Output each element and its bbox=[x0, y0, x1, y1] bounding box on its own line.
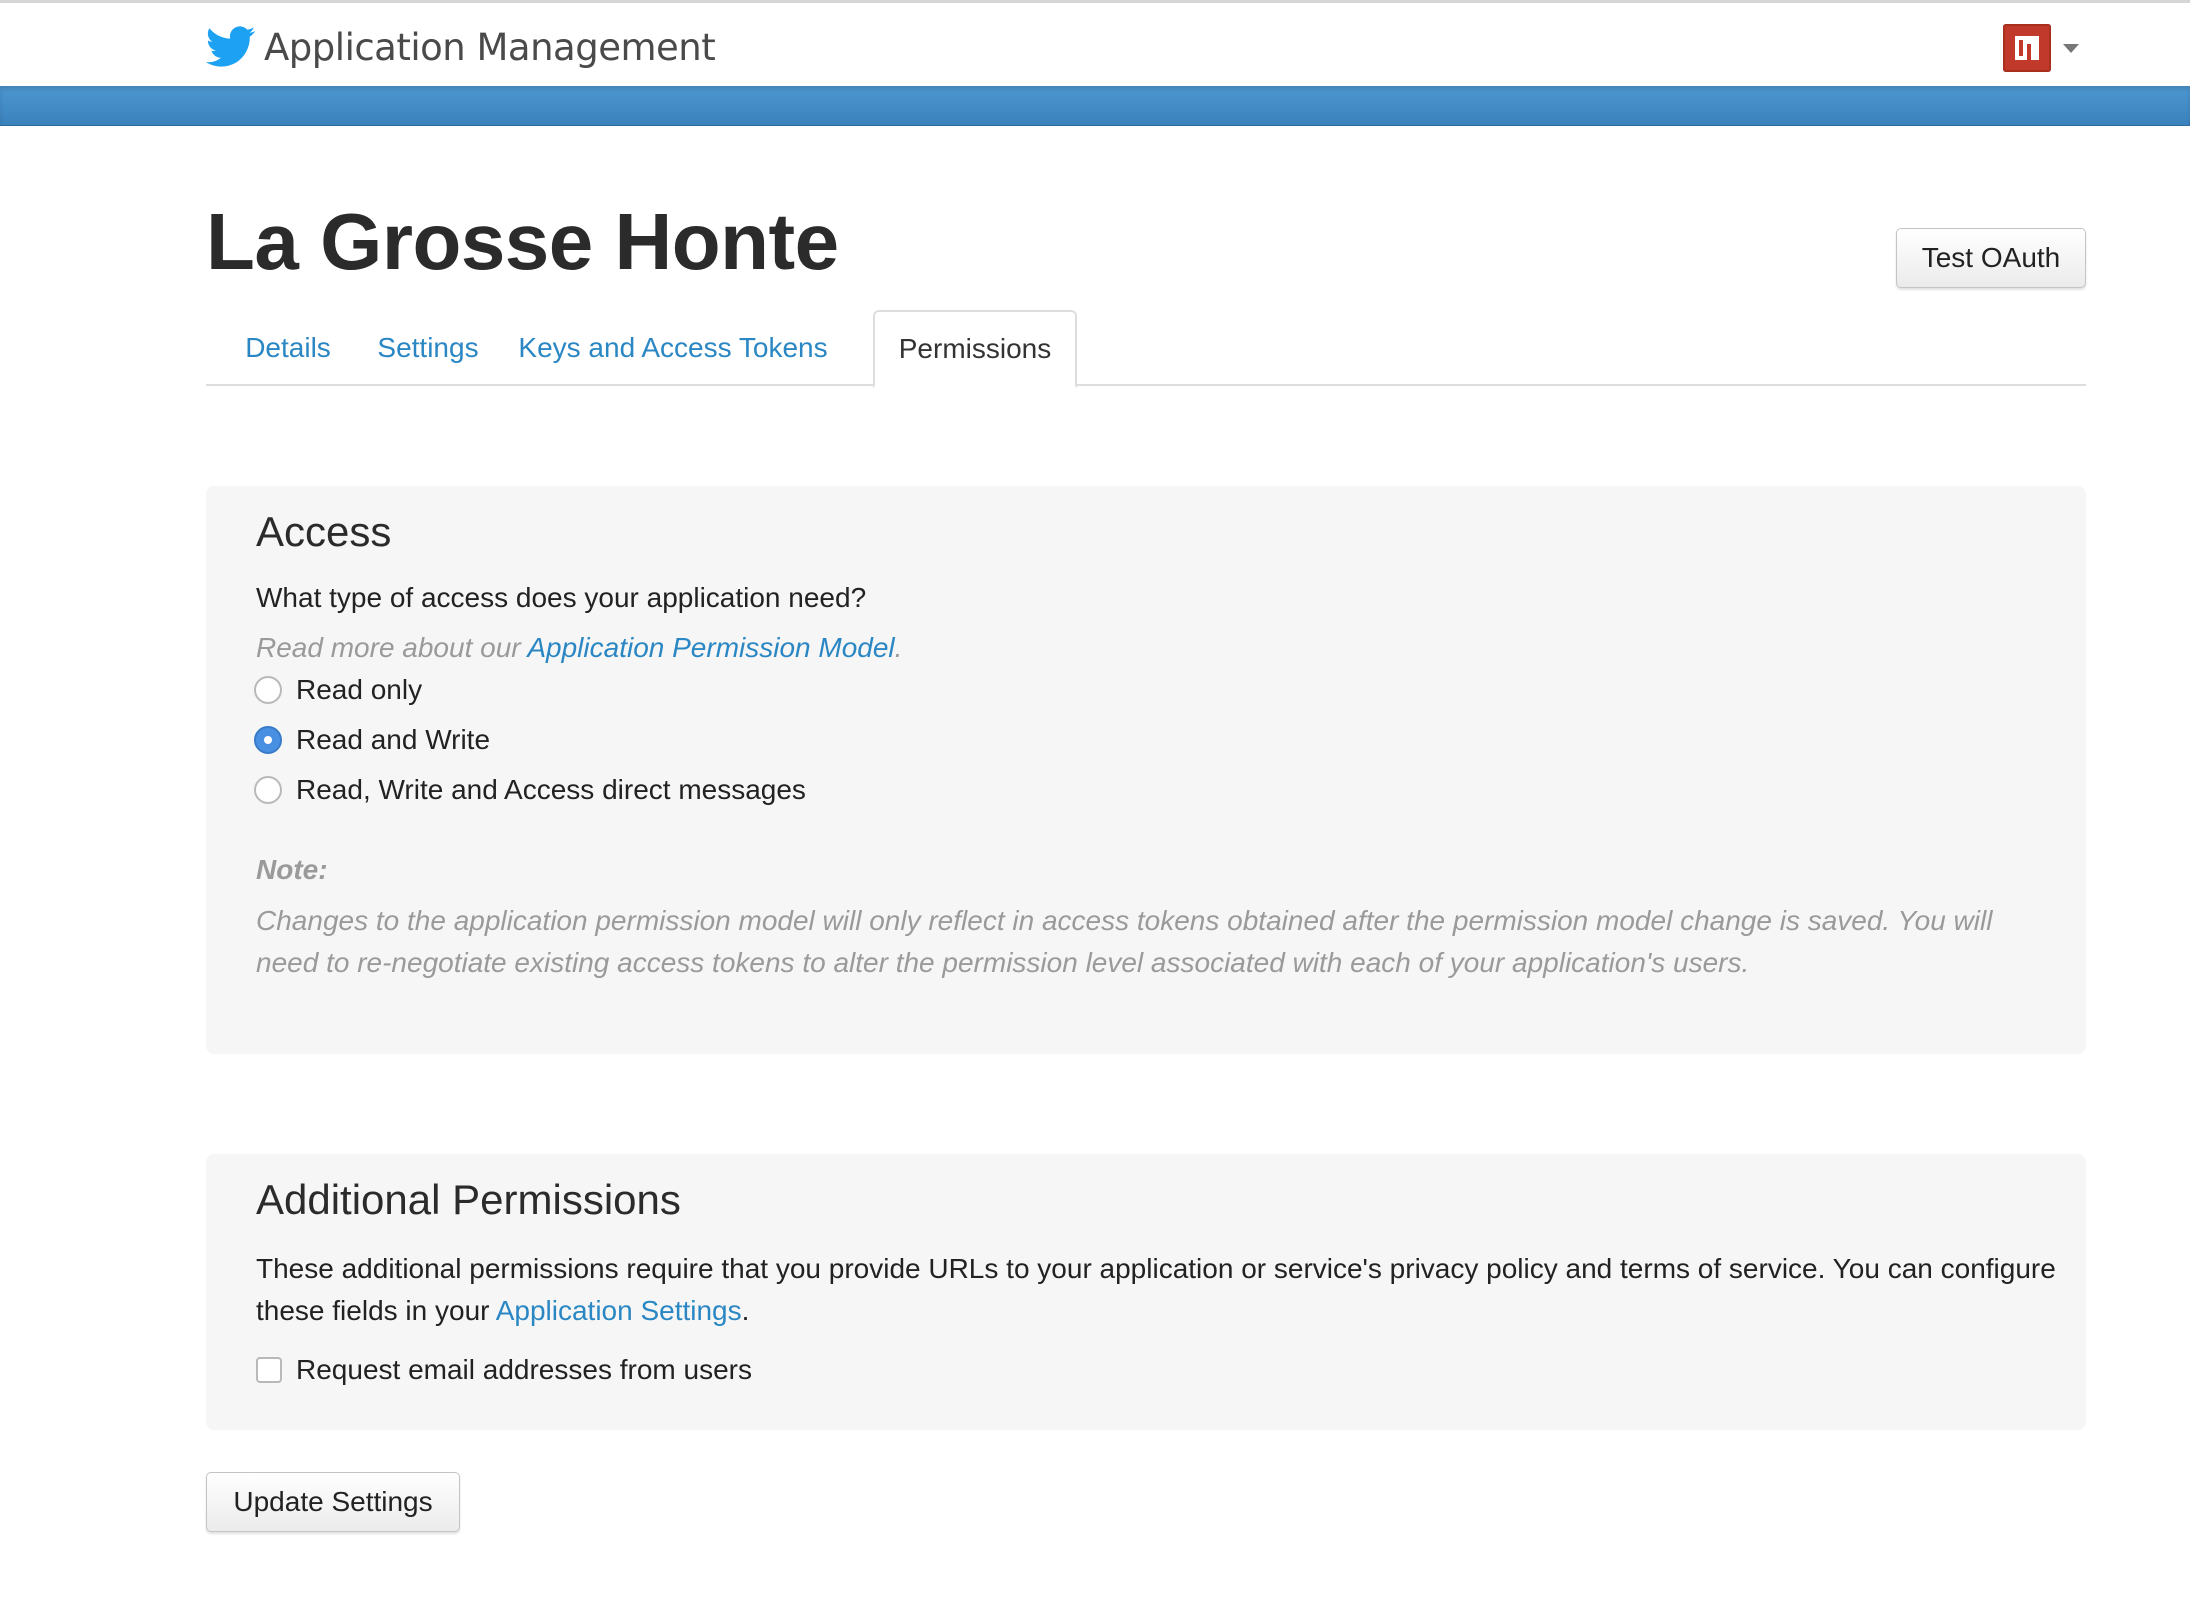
request-email-label: Request email addresses from users bbox=[296, 1354, 752, 1385]
radio-label: Read only bbox=[296, 674, 423, 705]
additional-heading: Additional Permissions bbox=[256, 1176, 681, 1223]
radio-button[interactable] bbox=[254, 676, 282, 704]
radio-read-and-write[interactable]: Read and Write bbox=[254, 720, 490, 760]
header-band bbox=[0, 86, 2190, 126]
additional-description: These additional permissions require tha… bbox=[256, 1248, 2056, 1332]
tab-keys-and-access-tokens[interactable]: Keys and Access Tokens bbox=[512, 310, 834, 386]
tab-permissions[interactable]: Permissions bbox=[873, 310, 1077, 388]
application-settings-link[interactable]: Application Settings bbox=[496, 1295, 742, 1326]
radio-label: Read, Write and Access direct messages bbox=[296, 774, 806, 805]
twitter-bird-icon bbox=[206, 26, 256, 67]
tab-bar: Details Settings Keys and Access Tokens … bbox=[206, 310, 2086, 388]
additional-permissions-panel: Additional Permissions These additional … bbox=[206, 1154, 2086, 1430]
readmore-suffix: . bbox=[894, 632, 903, 663]
radio-button-selected[interactable] bbox=[254, 726, 282, 754]
user-menu[interactable] bbox=[2003, 23, 2079, 73]
radio-read-only[interactable]: Read only bbox=[254, 670, 422, 710]
top-navbar: Application Management bbox=[0, 0, 2190, 86]
page-title: La Grosse Honte bbox=[206, 197, 839, 286]
radio-label: Read and Write bbox=[296, 724, 491, 755]
readmore-prefix: Read more about our bbox=[256, 632, 528, 663]
chevron-down-icon[interactable] bbox=[2063, 43, 2079, 53]
request-email-checkbox[interactable] bbox=[256, 1357, 282, 1383]
test-oauth-button[interactable]: Test OAuth bbox=[1896, 228, 2086, 288]
update-settings-button[interactable]: Update Settings bbox=[206, 1472, 460, 1532]
radio-button[interactable] bbox=[254, 776, 282, 804]
permission-model-link[interactable]: Application Permission Model bbox=[527, 632, 894, 663]
readmore-text: Read more about our Application Permissi… bbox=[256, 632, 902, 664]
tab-details[interactable]: Details bbox=[232, 310, 344, 386]
note-label: Note: bbox=[256, 854, 328, 885]
brand[interactable]: Application Management bbox=[206, 17, 716, 77]
additional-text-suffix: . bbox=[741, 1295, 750, 1326]
tab-settings[interactable]: Settings bbox=[364, 310, 492, 386]
app-title: Application Management bbox=[264, 25, 716, 69]
avatar[interactable] bbox=[2003, 24, 2051, 72]
request-email-option[interactable]: Request email addresses from users bbox=[256, 1350, 752, 1390]
access-panel: Access What type of access does your app… bbox=[206, 486, 2086, 1054]
access-question: What type of access does your applicatio… bbox=[256, 582, 867, 613]
radio-read-write-dm[interactable]: Read, Write and Access direct messages bbox=[254, 770, 806, 810]
avatar-logo-icon bbox=[2015, 36, 2039, 60]
access-heading: Access bbox=[256, 508, 392, 555]
note-text: Changes to the application permission mo… bbox=[256, 905, 1993, 978]
